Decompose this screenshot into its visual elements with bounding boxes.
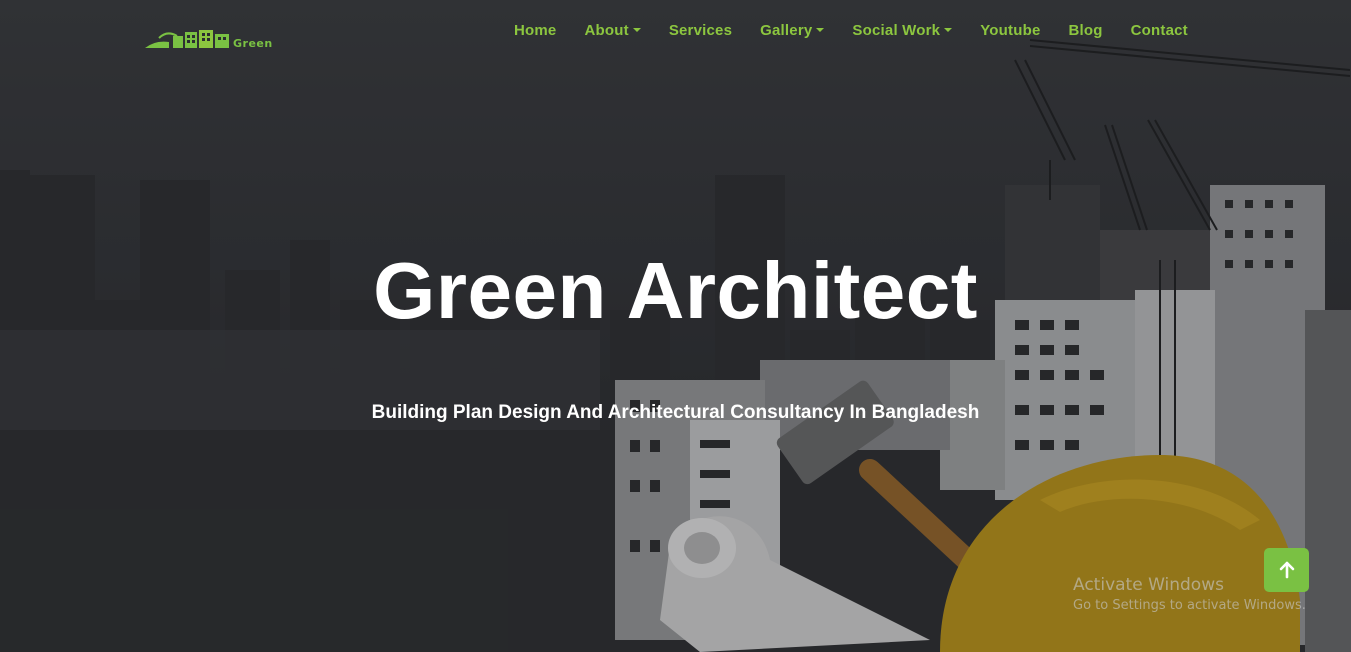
windows-activation-watermark: Activate Windows Go to Settings to activ… <box>1073 574 1306 616</box>
logo-building-icon <box>145 30 229 48</box>
nav-services[interactable]: Services <box>655 20 746 42</box>
watermark-title: Activate Windows <box>1073 575 1224 595</box>
nav-youtube[interactable]: Youtube <box>966 20 1054 42</box>
logo-text: Green <box>233 37 273 50</box>
watermark-subtitle: Go to Settings to activate Windows. <box>1073 598 1306 613</box>
hero-section: Green Home About Services Gallery Social… <box>0 0 1351 652</box>
main-navigation: Home About Services Gallery Social Work … <box>500 20 1202 42</box>
nav-contact-label: Contact <box>1130 22 1188 39</box>
nav-services-label: Services <box>668 22 733 39</box>
nav-youtube-label: Youtube <box>980 22 1041 39</box>
hero-title: Green Architect <box>373 246 978 335</box>
caret-down-icon <box>632 28 641 32</box>
hero-subtitle: Building Plan Design And Architectural C… <box>371 402 980 423</box>
caret-down-icon <box>816 28 825 32</box>
caret-down-icon <box>944 28 953 32</box>
nav-blog[interactable]: Blog <box>1055 20 1117 42</box>
nav-social-work-dropdown[interactable]: Social Work <box>838 20 966 42</box>
nav-gallery-dropdown[interactable]: Gallery <box>746 20 838 42</box>
nav-contact[interactable]: Contact <box>1117 20 1202 42</box>
nav-home-label: Home <box>514 22 557 39</box>
nav-blog-label: Blog <box>1068 22 1103 39</box>
nav-about-label: About <box>584 22 629 39</box>
nav-home[interactable]: Home <box>500 20 570 42</box>
nav-about-dropdown[interactable]: About <box>570 20 654 42</box>
site-logo[interactable]: Green <box>143 24 313 50</box>
nav-gallery-label: Gallery <box>760 22 813 39</box>
nav-social-work-label: Social Work <box>852 22 941 39</box>
